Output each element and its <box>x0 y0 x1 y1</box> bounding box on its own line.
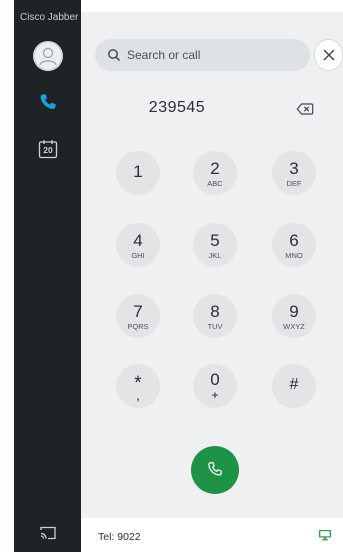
search-icon <box>108 49 121 62</box>
screen-cast-icon <box>40 526 56 540</box>
sidebar-item-cast[interactable] <box>38 524 58 542</box>
dial-key-4[interactable]: 4 GHI <box>116 223 160 267</box>
key-letters: TUV <box>207 322 223 331</box>
status-footer: Tel: 9022 <box>81 518 343 552</box>
dialed-number: 239545 <box>148 99 206 116</box>
backspace-icon <box>296 103 314 115</box>
key-digit: 4 <box>133 231 143 250</box>
dial-key-7[interactable]: 7 PQRS <box>116 294 160 338</box>
key-digit: 8 <box>210 302 220 321</box>
sidebar-item-calls[interactable] <box>36 91 60 115</box>
top-bar <box>81 0 343 12</box>
call-button[interactable] <box>191 446 239 494</box>
dialpad-panel: 239545 1 2 ABC 3 DEF 4 GHI 5 JKL 6 MNO 7… <box>81 0 343 552</box>
key-letters: DEF <box>286 179 302 188</box>
key-digit: 5 <box>210 231 220 250</box>
key-digit: 6 <box>289 231 299 250</box>
phone-extension: Tel: 9022 <box>98 531 141 543</box>
search-bar[interactable] <box>95 39 310 71</box>
dial-key-hash[interactable]: # <box>272 364 316 408</box>
key-digit: 0 <box>210 370 220 389</box>
key-letters: ABC <box>207 179 223 188</box>
key-digit: # <box>289 376 299 393</box>
dial-key-5[interactable]: 5 JKL <box>193 223 237 267</box>
key-digit: 3 <box>289 159 299 178</box>
sidebar: Cisco Jabber 20 <box>14 0 81 552</box>
avatar[interactable] <box>33 41 63 71</box>
close-button[interactable] <box>314 39 343 71</box>
monitor-icon[interactable] <box>318 529 332 541</box>
phone-icon <box>208 461 223 476</box>
key-digit: 7 <box>133 302 143 321</box>
key-letters: , <box>136 391 140 403</box>
sidebar-item-calendar[interactable]: 20 <box>37 138 59 160</box>
dial-key-2[interactable]: 2 ABC <box>193 151 237 195</box>
dial-key-9[interactable]: 9 WXYZ <box>272 294 316 338</box>
key-letters: GHI <box>131 251 145 260</box>
dial-key-8[interactable]: 8 TUV <box>193 294 237 338</box>
key-digit: 2 <box>210 159 220 178</box>
search-input[interactable] <box>127 39 305 71</box>
key-letters: JKL <box>208 251 222 260</box>
key-letters: MNO <box>285 251 303 260</box>
close-icon <box>323 49 335 61</box>
window-edge <box>0 0 14 552</box>
dial-key-6[interactable]: 6 MNO <box>272 223 316 267</box>
calendar-date-badge: 20 <box>43 145 53 155</box>
app-title: Cisco Jabber <box>20 12 79 23</box>
dial-key-3[interactable]: 3 DEF <box>272 151 316 195</box>
backspace-button[interactable] <box>296 101 314 117</box>
dial-key-1[interactable]: 1 <box>116 151 160 195</box>
person-avatar-icon <box>33 41 63 71</box>
key-digit: 1 <box>133 162 143 181</box>
dial-key-0[interactable]: 0 + <box>193 364 237 408</box>
phone-icon <box>40 94 56 109</box>
dial-key-star[interactable]: * , <box>116 364 160 408</box>
key-letters: + <box>211 390 219 402</box>
key-letters: WXYZ <box>283 322 305 331</box>
key-digit: 9 <box>289 302 299 321</box>
key-letters: PQRS <box>127 322 149 331</box>
